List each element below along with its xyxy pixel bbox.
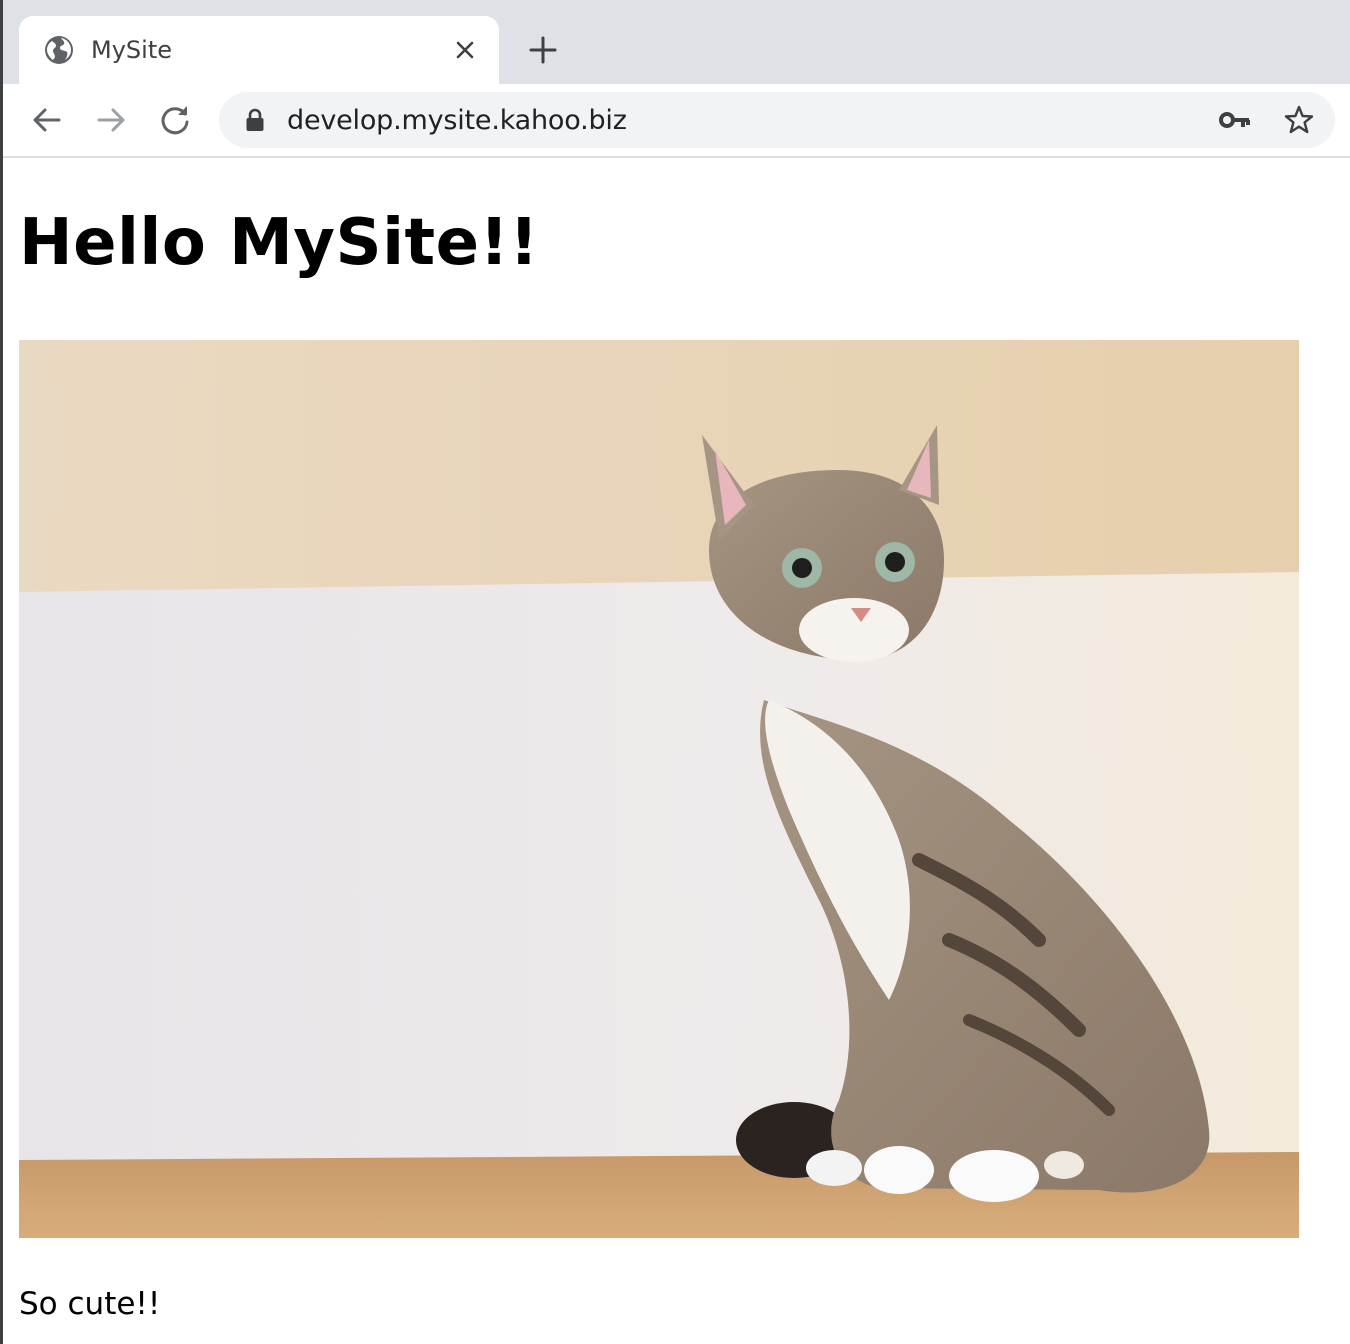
globe-icon [45,36,73,64]
address-bar[interactable]: develop.mysite.kahoo.biz [219,92,1335,148]
tab-mysite[interactable]: MySite [19,16,499,84]
close-icon[interactable] [453,38,477,62]
forward-arrow-icon[interactable] [93,102,129,138]
new-tab-button[interactable] [529,36,557,64]
browser-toolbar: develop.mysite.kahoo.biz [3,84,1350,158]
bookmark-star-icon[interactable] [1283,104,1315,136]
lock-icon[interactable] [245,108,265,132]
page-caption: So cute!! [19,1286,161,1322]
key-icon[interactable] [1219,106,1251,134]
page-heading: Hello MySite!! [19,206,539,280]
tab-title: MySite [91,36,172,64]
tab-strip: MySite [3,0,1350,84]
reload-icon[interactable] [157,102,193,138]
back-arrow-icon[interactable] [29,102,65,138]
cat-photo [19,340,1299,1238]
url-text[interactable]: develop.mysite.kahoo.biz [287,105,627,136]
window-edge [0,0,3,1344]
